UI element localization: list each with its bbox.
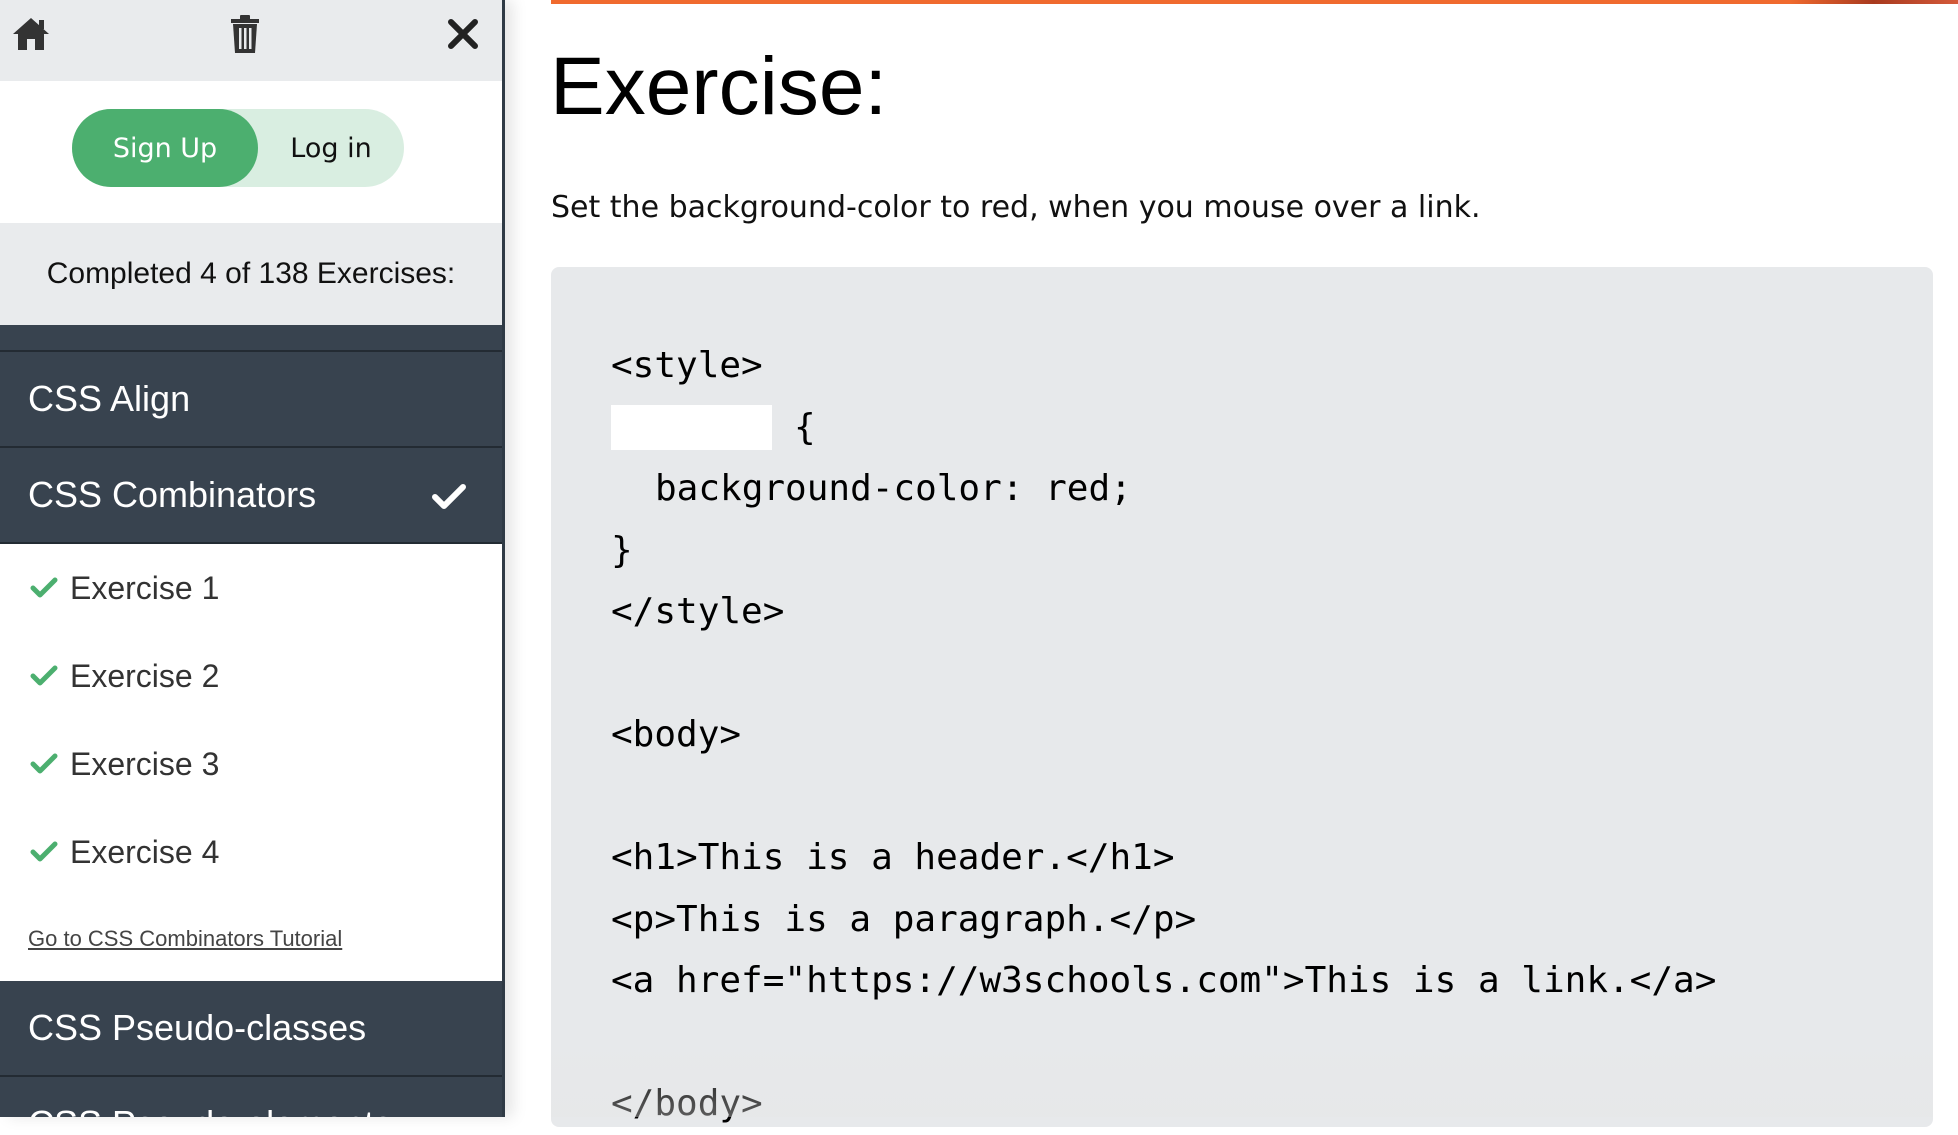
accent-bar [551,0,1958,4]
code-line: { [551,397,1933,459]
code-line: </style> [611,591,785,633]
exercise-item-1[interactable]: Exercise 1 [0,544,502,632]
close-icon[interactable] [439,10,487,58]
exercise-label: Exercise 4 [70,833,220,870]
code-line: <body> [611,714,742,756]
check-icon [30,665,58,686]
tutorial-link[interactable]: Go to CSS Combinators Tutorial [28,926,342,952]
section-label: CSS Combinators [28,474,317,515]
exercise-list: Exercise 1 Exercise 2 Exercise 3 Exercis… [0,544,502,981]
tutorial-link-row: Go to CSS Combinators Tutorial [0,896,502,981]
section-css-combinators[interactable]: CSS Combinators [0,448,502,544]
check-icon [30,577,58,598]
check-icon [432,478,466,520]
section-label: CSS Pseudo-elements [28,1103,392,1117]
code-editor: <style> { background-color: red; } </sty… [551,267,1933,1127]
exercise-label: Exercise 2 [70,657,220,694]
sign-up-button[interactable]: Sign Up [72,109,258,187]
section-css-pseudo-elements[interactable]: CSS Pseudo-elements [0,1077,502,1117]
sidebar: Sign Up Log in Completed 4 of 138 Exerci… [0,0,505,1117]
trash-icon[interactable] [221,10,269,58]
section-label: CSS Pseudo-classes [28,1007,367,1048]
answer-input[interactable] [611,404,772,450]
code-line: <style> [611,345,763,387]
code-text: { [794,406,816,448]
exercise-item-3[interactable]: Exercise 3 [0,720,502,808]
section-css-pseudo-classes[interactable]: CSS Pseudo-classes [0,981,502,1077]
exercise-label: Exercise 1 [70,569,220,606]
code-line: background-color: red; [655,468,1132,510]
sidebar-topbar [0,0,502,81]
code-line: <h1>This is a header.</h1> [611,837,1175,879]
code-line: } [611,529,633,571]
exercise-label: Exercise 3 [70,745,220,782]
progress-text: Completed 4 of 138 Exercises: [0,223,502,325]
section-css-align[interactable]: CSS Align [0,352,502,448]
exercise-instruction: Set the background-color to red, when yo… [551,190,1481,225]
auth-section: Sign Up Log in [0,81,502,223]
check-icon [30,753,58,774]
home-icon[interactable] [7,10,55,58]
log-in-button[interactable]: Log in [258,109,404,187]
check-icon [30,841,58,862]
code-line: </body> [611,1083,763,1125]
section-divider [0,325,502,352]
code-line: <a href="https://w3schools.com">This is … [611,960,1717,1002]
exercise-item-4[interactable]: Exercise 4 [0,808,502,896]
code-line: <p>This is a paragraph.</p> [611,898,1197,940]
main-content: Exercise: Set the background-color to re… [505,0,1958,1127]
exercise-item-2[interactable]: Exercise 2 [0,632,502,720]
section-label: CSS Align [28,378,191,419]
page-title: Exercise: [550,41,888,132]
